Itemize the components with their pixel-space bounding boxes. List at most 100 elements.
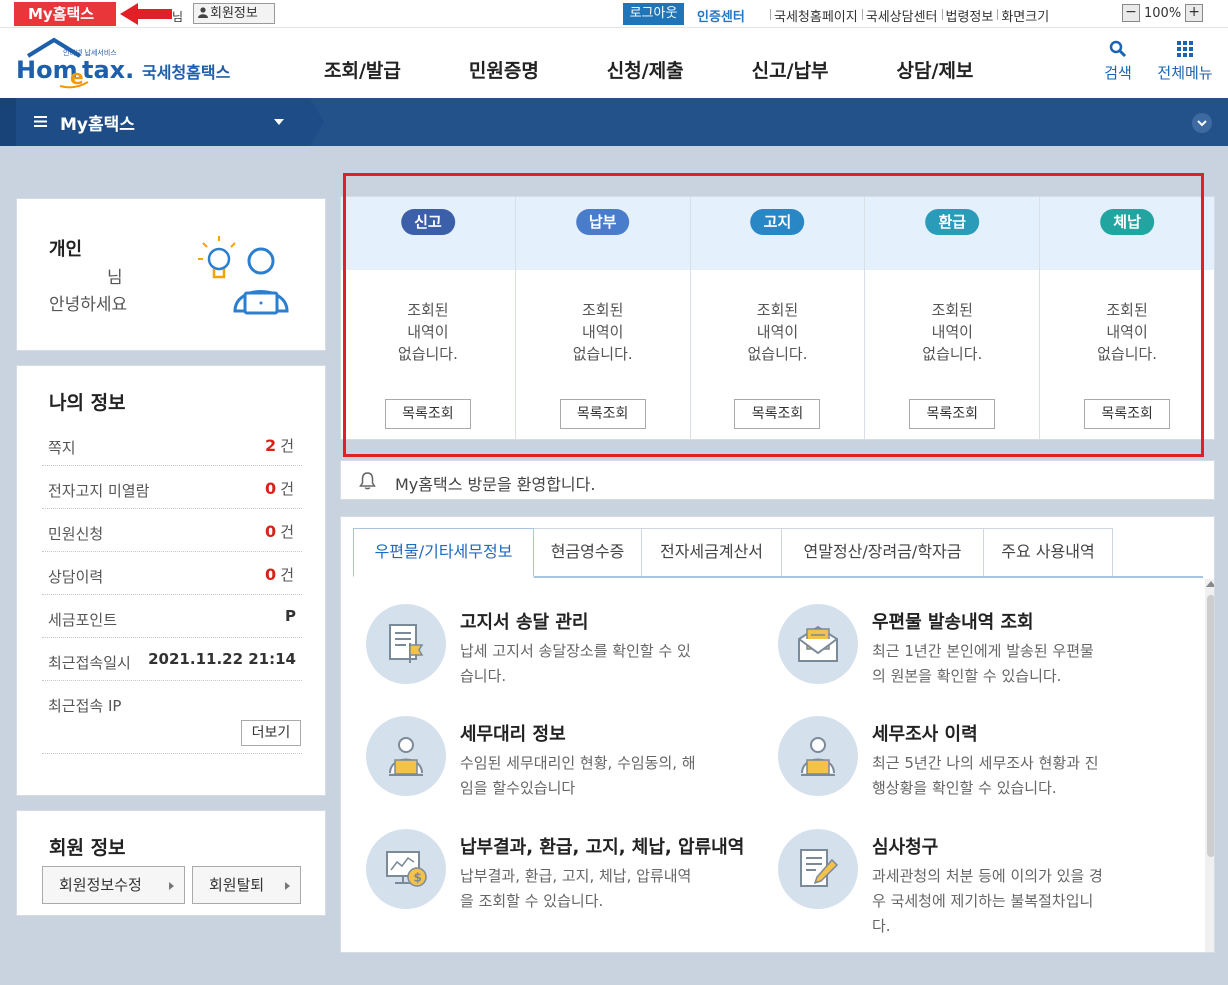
service-bill-delivery[interactable]: 고지서 송달 관리 납세 고지서 송달장소를 확인할 수 있 습니다. (366, 604, 756, 704)
service-mail-history[interactable]: 우편물 발송내역 조회 최근 1년간 본인에게 발송된 우편물 의 원본을 확인… (778, 604, 1168, 704)
desc-line: 임을 할수있습니다 (460, 779, 576, 797)
edit-member-button[interactable]: 회원정보수정 (42, 866, 185, 904)
nav-consultation[interactable]: 상담/제보 (897, 56, 974, 83)
search-button[interactable]: 검색 (1100, 40, 1136, 83)
service-title: 납부결과, 환급, 고지, 체납, 압류내역 (460, 837, 745, 858)
cert-center-link[interactable]: 인증센터 (697, 6, 745, 25)
info-row-civil[interactable]: 민원신청 0건 (42, 510, 302, 552)
tab-usage-history[interactable]: 주요 사용내역 (983, 528, 1113, 576)
section-band: My홈택스 (0, 98, 1228, 146)
user-name-suffix: 님 (107, 268, 123, 288)
logo-tax-text: tax. (82, 56, 134, 84)
expand-band-button[interactable] (1192, 113, 1212, 133)
status-line: 조회된 (1106, 301, 1148, 319)
status-header: 납부 (515, 197, 690, 270)
screen-size-label: 화면크기 (997, 6, 1053, 25)
service-tax-audit[interactable]: 세무조사 이력 최근 5년간 나의 세무조사 현황과 진 행상황을 확인할 수 … (778, 716, 1168, 816)
logout-button[interactable]: 로그아웃 (623, 3, 684, 25)
list-view-button[interactable]: 목록조회 (384, 399, 471, 429)
member-card: 회원 정보 회원정보수정 회원탈퇴 (16, 810, 326, 916)
all-menu-button[interactable]: 전체메뉴 (1154, 40, 1216, 83)
status-badge: 고지 (750, 209, 805, 235)
tab-e-tax-invoice[interactable]: 전자세금계산서 (641, 528, 782, 576)
tab-year-end-settlement[interactable]: 연말정산/장려금/학자금 (781, 528, 984, 576)
last-login-value: 2021.11.22 21:14 (148, 650, 296, 668)
info-unit: 건 (280, 437, 294, 455)
search-icon (1109, 40, 1127, 58)
person-icon (198, 7, 208, 18)
status-line: 없습니다. (397, 345, 458, 363)
envelope-icon (798, 625, 838, 662)
info-label: 최근접속일시 (48, 654, 131, 672)
service-description: 납부결과, 환급, 고지, 체납, 압류내역 을 조회할 수 있습니다. (460, 864, 750, 914)
desc-line: 과세관청의 처분 등에 이의가 있을 경 (872, 867, 1103, 885)
info-value: 2건 (265, 435, 294, 456)
band-edge (0, 98, 16, 146)
leave-member-button[interactable]: 회원탈퇴 (192, 866, 301, 904)
service-description: 최근 5년간 나의 세무조사 현황과 진 행상황을 확인할 수 있습니다. (872, 751, 1162, 801)
list-view-button[interactable]: 목록조회 (559, 399, 646, 429)
nav-report-payment[interactable]: 신고/납부 (752, 56, 829, 83)
member-title: 회원 정보 (49, 837, 126, 859)
status-header: 환급 (865, 197, 1040, 270)
desc-line: 납부결과, 환급, 고지, 체납, 압류내역 (460, 867, 692, 885)
status-header: 고지 (690, 197, 865, 270)
info-row-consult[interactable]: 상담이력 0건 (42, 553, 302, 595)
zoom-out-button[interactable]: − (1122, 4, 1140, 22)
status-badge: 납부 (575, 209, 630, 235)
status-line: 조회된 (931, 301, 973, 319)
zoom-in-button[interactable]: + (1185, 4, 1204, 22)
service-description: 과세관청의 처분 등에 이의가 있을 경 우 국세청에 제기하는 불복절차입니 … (872, 864, 1162, 939)
info-count: 2 (265, 436, 277, 455)
status-message: 조회된 내역이 없습니다. (341, 299, 515, 365)
nav-certificates[interactable]: 민원증명 (469, 56, 539, 83)
list-view-button[interactable]: 목록조회 (1084, 399, 1171, 429)
list-view-button[interactable]: 목록조회 (909, 399, 996, 429)
info-row-enotice[interactable]: 전자고지 미열람 0건 (42, 467, 302, 509)
service-title: 우편물 발송내역 조회 (872, 612, 1034, 633)
info-label: 쪽지 (48, 439, 76, 457)
scroll-thumb[interactable] (1207, 595, 1214, 857)
tax-consult-link[interactable]: 국세상담센터 (861, 6, 942, 25)
desc-line: 수임된 세무대리인 현황, 수임동의, 해 (460, 754, 696, 772)
status-column-notice: 고지 조회된 내역이 없습니다. 목록조회 (690, 197, 866, 439)
service-icon-circle (366, 604, 446, 684)
panel-scrollbar[interactable] (1205, 579, 1214, 952)
service-review-request[interactable]: 심사청구 과세관청의 처분 등에 이의가 있을 경 우 국세청에 제기하는 불복… (778, 829, 1168, 935)
nav-application[interactable]: 신청/제출 (607, 56, 684, 83)
info-unit: 건 (280, 480, 294, 498)
service-title: 고지서 송달 관리 (460, 612, 589, 633)
law-info-link[interactable]: 법령정보 (941, 6, 998, 25)
info-label: 상담이력 (48, 568, 104, 586)
member-info-button[interactable]: 회원정보 (193, 3, 275, 24)
service-payment-history[interactable]: $ 납부결과, 환급, 고지, 체납, 압류내역 납부결과, 환급, 고지, 체… (366, 829, 756, 929)
info-row-messages[interactable]: 쪽지 2건 (42, 424, 302, 466)
tab-cash-receipt[interactable]: 현금영수증 (533, 528, 642, 576)
svg-text:$: $ (414, 871, 422, 885)
desc-line: 우 국세청에 제기하는 불복절차입니 (872, 892, 1094, 910)
main-nav: 조회/발급 민원증명 신청/제출 신고/납부 상담/제보 (290, 56, 973, 83)
main-header: 인터넷 납세서비스 Hom e tax. 국세청홈택스 조회/발급 민원증명 신… (0, 28, 1228, 98)
status-line: 내역이 (1106, 323, 1148, 341)
tab-mail-tax-info[interactable]: 우편물/기타세무정보 (353, 528, 534, 578)
user-type: 개인 (49, 239, 83, 260)
list-view-button[interactable]: 목록조회 (734, 399, 821, 429)
notice-bar: My홈택스 방문을 환영합니다. (340, 460, 1215, 500)
status-message: 조회된 내역이 없습니다. (516, 299, 690, 365)
more-button[interactable]: 더보기 (241, 720, 301, 746)
status-column-arrears: 체납 조회된 내역이 없습니다. 목록조회 (1040, 197, 1214, 439)
nts-homepage-link[interactable]: 국세청홈페이지 (770, 6, 862, 25)
my-hometax-badge[interactable]: My홈택스 (14, 2, 116, 26)
hamburger-icon (34, 116, 47, 127)
nav-inquiry[interactable]: 조회/발급 (324, 56, 401, 83)
hometax-logo[interactable]: 인터넷 납세서비스 Hom e tax. 국세청홈택스 (14, 36, 244, 91)
scroll-up-icon[interactable] (1206, 581, 1214, 587)
zoom-control: − 100% + (1122, 4, 1204, 22)
status-line: 없습니다. (747, 345, 808, 363)
my-hometax-menu[interactable]: My홈택스 (0, 98, 324, 146)
bell-icon (359, 472, 376, 490)
zoom-value: 100% (1144, 5, 1182, 21)
all-menu-label: 전체메뉴 (1157, 64, 1213, 82)
service-tax-agent[interactable]: 세무대리 정보 수임된 세무대리인 현황, 수임동의, 해 임을 할수있습니다 (366, 716, 756, 816)
status-line: 내역이 (407, 323, 449, 341)
